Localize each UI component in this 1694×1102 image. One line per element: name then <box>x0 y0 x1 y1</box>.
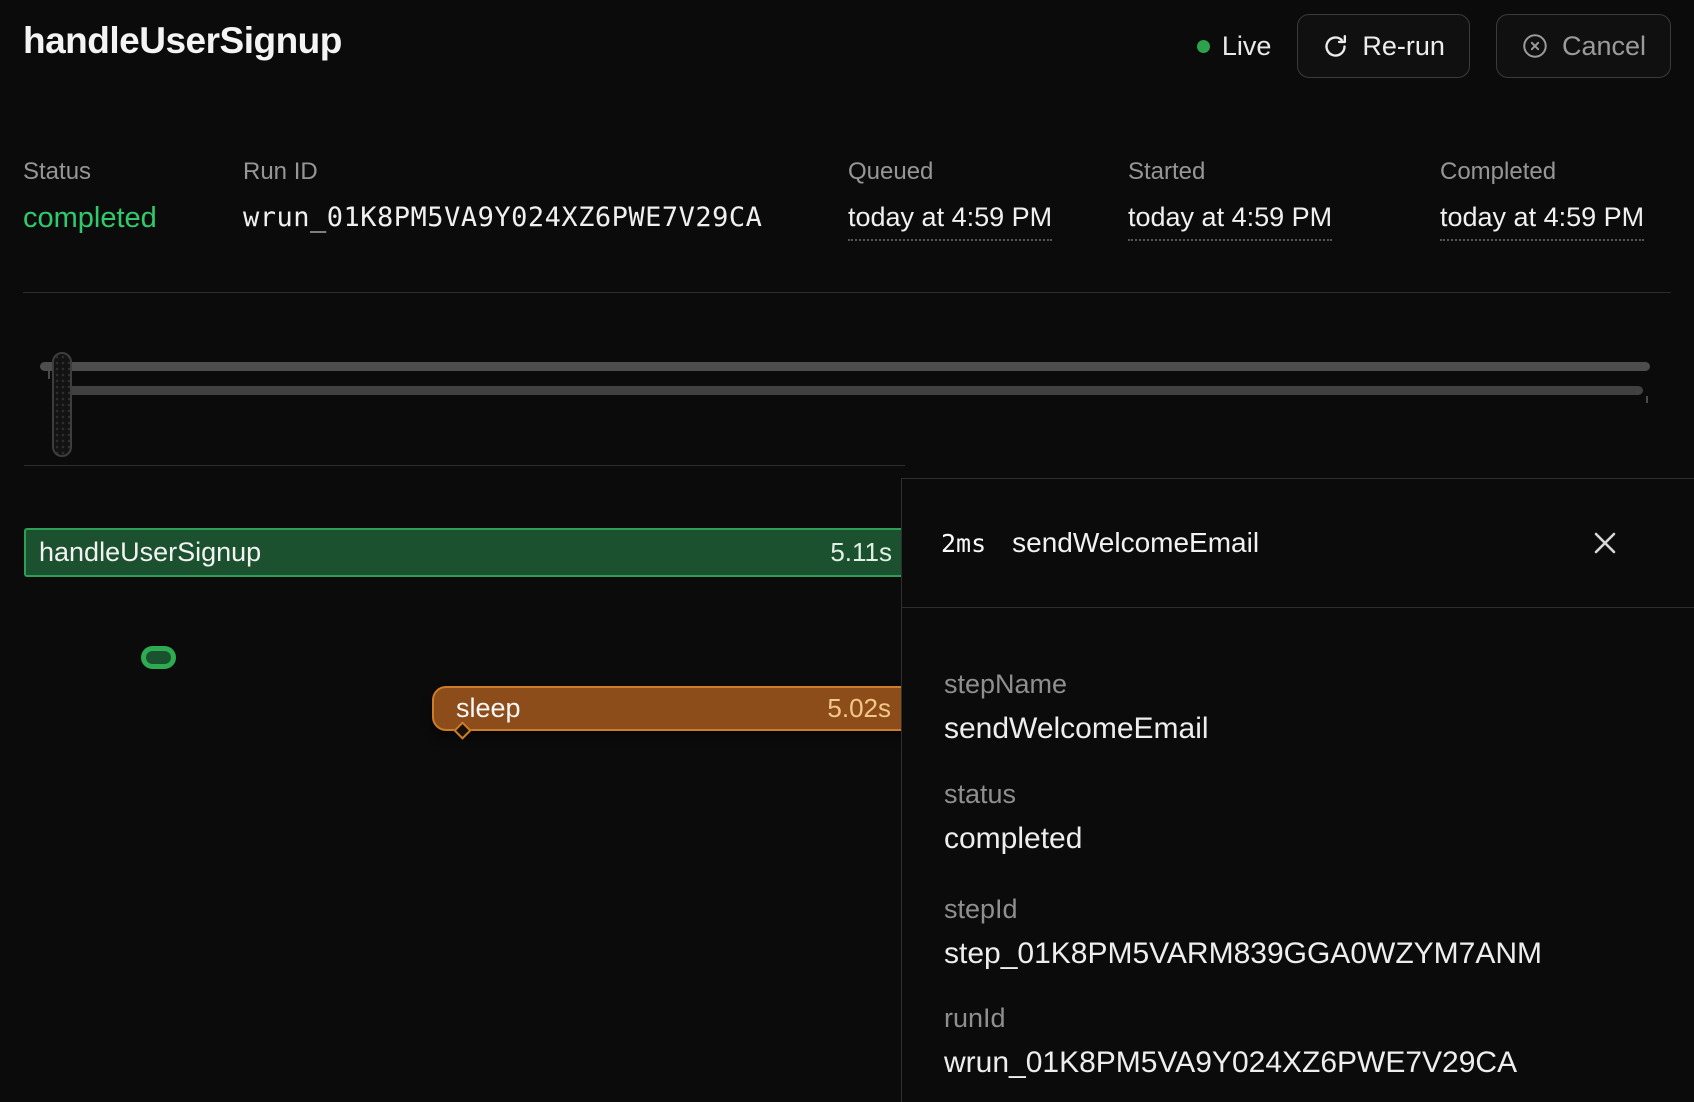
live-dot-icon <box>1197 40 1210 53</box>
meta-run-id-value: wrun_01K8PM5VA9Y024XZ6PWE7V29CA <box>243 202 762 233</box>
gantt-span-sleep[interactable]: sleep 5.02s <box>432 686 910 731</box>
close-icon <box>1590 528 1620 561</box>
gantt-span-handleusersignup[interactable]: handleUserSignup 5.11s <box>24 528 920 577</box>
gantt-span-label: sleep <box>434 693 521 724</box>
meta-status: Status completed <box>23 158 157 235</box>
cancel-button[interactable]: Cancel <box>1496 14 1671 78</box>
gantt-span-duration: 5.02s <box>827 693 891 724</box>
rerun-button-label: Re-run <box>1362 31 1445 62</box>
live-label: Live <box>1222 31 1272 62</box>
close-panel-button[interactable] <box>1582 521 1628 567</box>
step-detail-panel: 2ms sendWelcomeEmail stepName sendWelcom… <box>901 478 1694 1102</box>
panel-field-value: completed <box>944 822 1082 856</box>
meta-run-id-label: Run ID <box>243 158 762 186</box>
cancel-button-label: Cancel <box>1562 31 1646 62</box>
section-divider <box>23 292 1671 293</box>
panel-field-label: stepId <box>944 894 1542 925</box>
panel-field-value: wrun_01K8PM5VA9Y024XZ6PWE7V29CA <box>944 1046 1517 1080</box>
timeline-brush-handle[interactable] <box>52 352 72 457</box>
timeline-minimap-bar-sleep[interactable] <box>58 386 1643 395</box>
live-indicator: Live <box>1197 31 1272 62</box>
meta-started-label: Started <box>1128 158 1332 186</box>
panel-field-status: status completed <box>944 779 1082 856</box>
meta-status-label: Status <box>23 158 157 186</box>
meta-queued: Queued today at 4:59 PM <box>848 158 1052 241</box>
panel-field-value: step_01K8PM5VARM839GGA0WZYM7ANM <box>944 937 1542 971</box>
meta-status-value: completed <box>23 202 157 235</box>
refresh-icon <box>1322 33 1349 60</box>
meta-completed: Completed today at 4:59 PM <box>1440 158 1644 241</box>
page-title: handleUserSignup <box>23 20 342 62</box>
panel-field-label: status <box>944 779 1082 810</box>
header-actions: Live Re-run Cancel <box>1197 14 1671 78</box>
timeline-tick-right <box>1646 396 1648 403</box>
panel-field-label: runId <box>944 1003 1517 1034</box>
meta-completed-value[interactable]: today at 4:59 PM <box>1440 202 1644 241</box>
panel-field-value: sendWelcomeEmail <box>944 712 1209 746</box>
gantt-span-duration: 5.11s <box>830 537 892 568</box>
gantt-top-border <box>24 465 905 466</box>
gantt-step-marker-sendwelcomeemail[interactable] <box>141 646 176 669</box>
gantt-span-label: handleUserSignup <box>26 537 261 568</box>
timeline-tick-left <box>48 371 50 379</box>
rerun-button[interactable]: Re-run <box>1297 14 1470 78</box>
meta-completed-label: Completed <box>1440 158 1644 186</box>
panel-field-stepid: stepId step_01K8PM5VARM839GGA0WZYM7ANM <box>944 894 1542 971</box>
meta-started-value[interactable]: today at 4:59 PM <box>1128 202 1332 241</box>
step-detail-title: sendWelcomeEmail <box>1012 527 1259 559</box>
cancel-circle-x-icon <box>1521 32 1549 60</box>
meta-run-id: Run ID wrun_01K8PM5VA9Y024XZ6PWE7V29CA <box>243 158 762 233</box>
meta-queued-label: Queued <box>848 158 1052 186</box>
step-detail-header: 2ms sendWelcomeEmail <box>902 479 1694 608</box>
panel-field-runid: runId wrun_01K8PM5VA9Y024XZ6PWE7V29CA <box>944 1003 1517 1080</box>
meta-queued-value[interactable]: today at 4:59 PM <box>848 202 1052 241</box>
step-duration-badge: 2ms <box>941 529 986 558</box>
panel-field-stepname: stepName sendWelcomeEmail <box>944 669 1209 746</box>
timeline-minimap-bar-root[interactable] <box>40 362 1650 371</box>
panel-field-label: stepName <box>944 669 1209 700</box>
meta-started: Started today at 4:59 PM <box>1128 158 1332 241</box>
